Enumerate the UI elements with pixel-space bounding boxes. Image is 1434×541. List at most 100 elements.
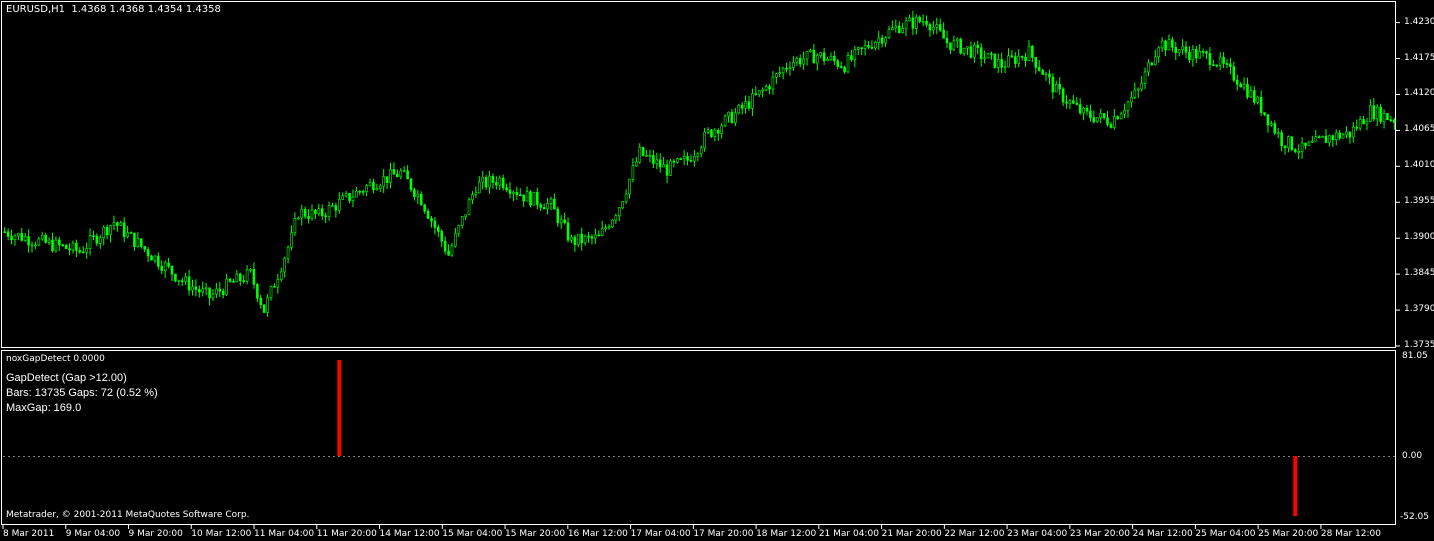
candle-body — [68, 248, 71, 251]
candle-body — [1348, 131, 1352, 138]
candle-body — [518, 194, 522, 197]
candle-body — [843, 67, 846, 73]
candle-body — [938, 24, 942, 31]
maxgap-line: MaxGap: 169.0 — [6, 402, 82, 414]
candle-body — [1345, 131, 1348, 136]
candle-body — [150, 255, 153, 261]
candle-body — [6, 231, 10, 237]
time-tick-label: 15 Mar 04:00 — [442, 529, 503, 539]
candle-body — [105, 226, 109, 236]
candle-body — [635, 161, 638, 167]
candle-body — [1007, 55, 1010, 68]
candle-body — [1113, 116, 1116, 128]
candle-body — [805, 51, 809, 60]
candle-body — [1171, 39, 1174, 48]
candle-body — [1297, 151, 1300, 153]
candle-body — [1307, 141, 1311, 146]
candle-body — [1304, 142, 1307, 146]
candle-body — [645, 155, 648, 157]
candle-body — [884, 37, 887, 44]
candle-body — [375, 188, 379, 191]
candle-body — [1314, 136, 1318, 142]
candle-body — [594, 234, 597, 239]
candle-body — [1133, 89, 1137, 98]
candle-body — [1242, 83, 1246, 88]
candle-body — [1259, 96, 1263, 113]
candle-body — [437, 227, 440, 232]
gap-bar — [337, 360, 342, 456]
candle-body — [1218, 56, 1222, 66]
candle-body — [870, 46, 874, 49]
candle-body — [1208, 53, 1212, 65]
candle-body — [874, 42, 877, 49]
candle-body — [723, 115, 727, 127]
candle-body — [1201, 50, 1205, 53]
candle-body — [1263, 112, 1266, 115]
candle-body — [505, 187, 508, 191]
candle-body — [600, 228, 604, 236]
candle-body — [959, 38, 962, 54]
candle-body — [71, 242, 75, 251]
candle-body — [785, 67, 788, 70]
price-axis-ticks — [1396, 22, 1400, 347]
candle-body — [129, 232, 133, 234]
candle-body — [396, 174, 399, 178]
candle-body — [1198, 50, 1201, 59]
candle-body — [751, 93, 754, 109]
candle-body — [426, 210, 430, 219]
candle-body — [477, 181, 481, 194]
indicator-title: noxGapDetect 0.0000 — [6, 354, 105, 364]
candle-body — [525, 191, 529, 202]
candle-body — [1153, 56, 1157, 65]
candle-body — [1065, 101, 1068, 104]
candle-body — [761, 89, 764, 92]
candle-body — [170, 265, 174, 275]
candle-body — [1283, 145, 1287, 149]
candle-body — [1222, 56, 1225, 64]
candle-body — [542, 207, 546, 210]
candle-body — [143, 246, 146, 250]
candle-body — [949, 42, 952, 50]
candle-body — [1157, 47, 1161, 58]
candle-body — [720, 125, 723, 134]
candle-body — [488, 176, 491, 188]
candle-body — [1075, 102, 1079, 105]
candle-body — [1068, 100, 1072, 104]
candle-body — [580, 233, 584, 244]
candle-body — [116, 222, 119, 226]
candle-body — [1024, 56, 1027, 61]
candle-body — [522, 194, 525, 202]
time-tick-label: 11 Mar 04:00 — [254, 529, 315, 539]
candle-body — [27, 236, 30, 246]
candle-body — [996, 59, 1000, 68]
candle-body — [191, 286, 194, 291]
candle-body — [92, 235, 95, 238]
candle-body — [863, 45, 867, 49]
symbol-label: EURUSD,H1 1.4368 1.4368 1.4354 1.4358 — [6, 4, 221, 15]
candle-body — [460, 216, 464, 226]
chart-canvas[interactable] — [0, 0, 1434, 541]
candle-body — [529, 191, 532, 206]
candle-body — [546, 203, 549, 210]
price-tick-label: 1.4010 — [1404, 160, 1434, 171]
candle-body — [1058, 83, 1061, 90]
candle-body — [457, 225, 461, 234]
candle-body — [672, 160, 676, 163]
candle-body — [969, 46, 973, 58]
candle-body — [20, 233, 24, 241]
candle-body — [614, 215, 618, 221]
candle-body — [880, 37, 884, 44]
candle-body — [262, 304, 266, 313]
candle-body — [795, 58, 799, 63]
candle-body — [1010, 55, 1014, 58]
candle-body — [433, 220, 437, 228]
time-tick-label: 21 Mar 20:00 — [881, 529, 942, 539]
candle-body — [539, 204, 543, 208]
candle-body — [1317, 136, 1321, 139]
candle-body — [611, 219, 614, 228]
candle-body — [986, 53, 990, 59]
candle-body — [1338, 132, 1341, 139]
gap-bars — [337, 360, 1298, 516]
candle-body — [317, 208, 321, 214]
candle-body — [1365, 121, 1369, 125]
